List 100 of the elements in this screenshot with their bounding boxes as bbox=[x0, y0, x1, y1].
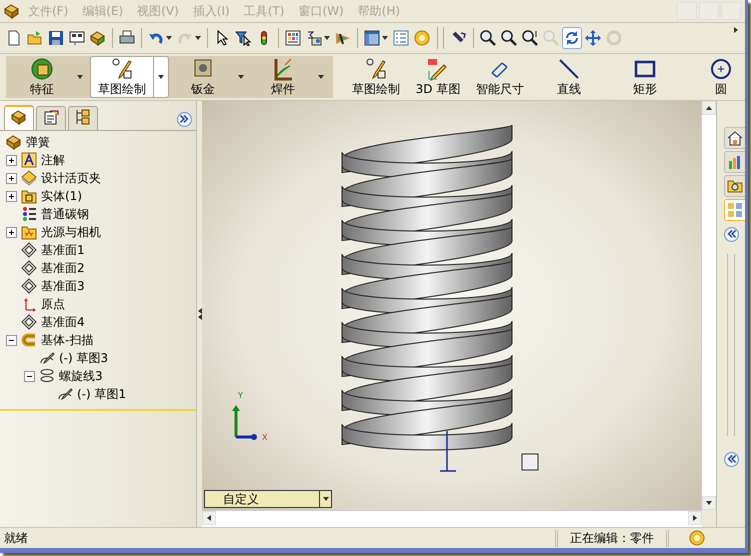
rotate-icon bbox=[564, 30, 580, 46]
arrow-icon bbox=[206, 515, 212, 521]
panel-tab[interactable] bbox=[4, 105, 34, 130]
command-button[interactable]: 3D 草图 bbox=[407, 56, 469, 98]
dropdown-arrow-icon[interactable] bbox=[324, 35, 330, 41]
command-tab[interactable]: 草图绘制 bbox=[90, 56, 169, 98]
sketch-icon bbox=[57, 386, 73, 402]
helix-icon bbox=[39, 368, 55, 384]
filter-icon bbox=[235, 30, 251, 46]
search-icon bbox=[727, 178, 743, 194]
origin-icon bbox=[21, 296, 37, 312]
view-dropdown[interactable]: 自定义 bbox=[204, 490, 332, 508]
editing-status: 正在编辑：零件 bbox=[555, 530, 669, 546]
tree-item[interactable]: 注解 bbox=[41, 152, 65, 168]
tree-item[interactable]: 螺旋线3 bbox=[59, 368, 103, 384]
collapse-pane-button[interactable] bbox=[724, 227, 739, 242]
tree-item[interactable]: (-) 草图1 bbox=[77, 386, 126, 402]
collapse-pane-button[interactable] bbox=[724, 452, 739, 467]
material-icon bbox=[21, 206, 37, 222]
expand-toggle[interactable] bbox=[6, 154, 17, 166]
panel-tab[interactable] bbox=[36, 106, 66, 130]
window-icon bbox=[364, 30, 380, 46]
palette-icon bbox=[285, 30, 301, 46]
sketch-pencil-icon bbox=[110, 56, 134, 80]
toolbar-grip[interactable] bbox=[437, 27, 444, 49]
arrow-icon bbox=[706, 500, 712, 506]
command-tab[interactable]: 钣金 bbox=[171, 56, 249, 98]
collapse-toggle[interactable] bbox=[24, 370, 35, 382]
panel-tab[interactable] bbox=[68, 106, 98, 130]
expand-panel-button[interactable] bbox=[177, 112, 192, 127]
scroll-down-button[interactable] bbox=[702, 496, 716, 510]
zoom-area-icon bbox=[501, 30, 517, 46]
command-button[interactable]: 矩形 bbox=[607, 56, 683, 98]
dropdown-arrow-icon[interactable] bbox=[166, 35, 172, 41]
tree-item[interactable]: 基准面2 bbox=[41, 260, 85, 276]
tree-item[interactable]: 光源与相机 bbox=[41, 224, 101, 240]
line-icon bbox=[557, 56, 581, 80]
dropdown-arrow-icon[interactable] bbox=[77, 74, 83, 80]
chart-icon bbox=[727, 154, 743, 170]
dropdown-arrow-icon[interactable] bbox=[382, 35, 388, 41]
scroll-right-button[interactable] bbox=[688, 511, 702, 525]
task-pane-tab[interactable] bbox=[724, 175, 745, 197]
expand-toggle[interactable] bbox=[6, 226, 17, 238]
overflow-icon[interactable] bbox=[733, 27, 739, 33]
sketch-pencil-icon bbox=[364, 56, 388, 80]
tree-item[interactable]: (-) 草图3 bbox=[59, 350, 108, 366]
arrow-icon bbox=[692, 515, 698, 521]
expand-toggle[interactable] bbox=[6, 172, 17, 184]
new-icon bbox=[6, 30, 22, 46]
dropdown-arrow-icon[interactable] bbox=[238, 74, 244, 80]
drawing-icon bbox=[69, 30, 85, 46]
collapse-toggle[interactable] bbox=[6, 334, 17, 346]
view-icon bbox=[727, 202, 743, 218]
help-icon bbox=[414, 30, 430, 46]
command-button[interactable]: 圆 bbox=[683, 56, 751, 98]
binder-icon bbox=[21, 170, 37, 186]
tree-item[interactable]: 基体-扫描 bbox=[41, 332, 94, 348]
command-tab[interactable]: 特征 bbox=[10, 56, 88, 98]
dropdown-arrow-icon[interactable] bbox=[318, 74, 324, 80]
tree-item[interactable]: 原点 bbox=[41, 296, 65, 312]
toolbar-button[interactable] bbox=[562, 27, 582, 49]
axis-label: X bbox=[262, 433, 268, 442]
zoom-inout-icon bbox=[522, 30, 538, 46]
command-button[interactable]: 草图绘制 bbox=[345, 56, 407, 98]
circle-icon bbox=[709, 56, 733, 80]
list-icon bbox=[393, 30, 409, 46]
plane-icon bbox=[21, 260, 37, 276]
help-icon bbox=[689, 530, 705, 546]
open-icon bbox=[27, 30, 43, 46]
tree-item[interactable]: 设计活页夹 bbox=[41, 170, 101, 186]
tree-item[interactable]: 基准面4 bbox=[41, 314, 85, 330]
help-button[interactable] bbox=[689, 530, 705, 546]
tree-root[interactable]: 弹簧 bbox=[26, 134, 50, 150]
sketch-icon bbox=[39, 350, 55, 366]
dropdown-arrow-icon[interactable] bbox=[158, 74, 164, 80]
plane-icon bbox=[21, 242, 37, 258]
scroll-up-button[interactable] bbox=[702, 101, 716, 115]
tree-item[interactable]: 基准面1 bbox=[41, 242, 85, 258]
home-icon bbox=[727, 130, 743, 146]
arrow-icon bbox=[706, 105, 712, 111]
command-button[interactable]: 直线 bbox=[531, 56, 607, 98]
tree-item[interactable]: 普通碳钢 bbox=[41, 206, 89, 222]
scroll-left-button[interactable] bbox=[202, 511, 216, 525]
axis-label: Y bbox=[238, 391, 243, 400]
print-icon bbox=[119, 30, 135, 46]
sweep-icon bbox=[21, 332, 37, 348]
tree-item[interactable]: 基准面3 bbox=[41, 278, 85, 294]
zoom-selection-icon bbox=[543, 30, 559, 46]
expand-toggle[interactable] bbox=[6, 190, 17, 202]
status-message: 就绪 bbox=[3, 530, 29, 546]
command-tab[interactable]: 焊件 bbox=[251, 56, 329, 98]
config-icon bbox=[75, 109, 91, 125]
caret-icon bbox=[322, 496, 328, 502]
plane-icon bbox=[21, 278, 37, 294]
command-button[interactable]: 智能尺寸 bbox=[469, 56, 531, 98]
assembly-icon bbox=[90, 30, 106, 46]
tree-item[interactable]: 实体(1) bbox=[41, 188, 82, 204]
task-pane-tab[interactable] bbox=[724, 127, 745, 149]
annotation-icon bbox=[21, 152, 37, 168]
pan-icon bbox=[585, 30, 601, 46]
